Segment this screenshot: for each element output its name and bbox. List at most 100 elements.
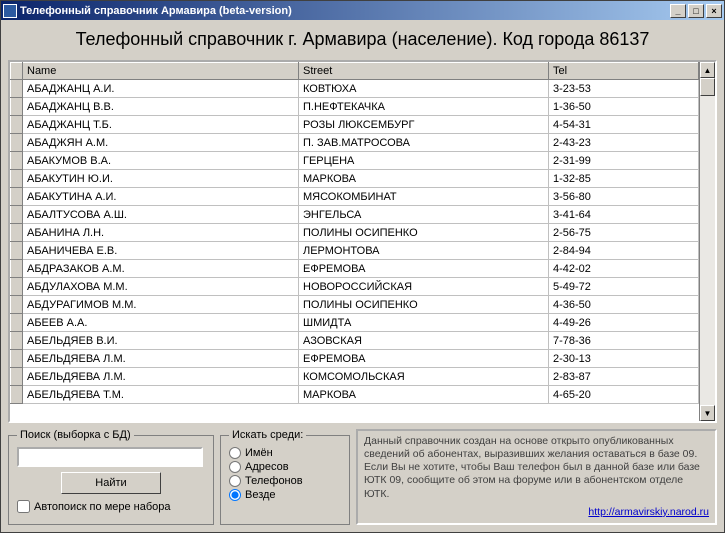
cell-street: ЛЕРМОНТОВА [299, 242, 549, 260]
row-header-corner [11, 63, 23, 80]
row-header [11, 152, 23, 170]
cell-street: П. ЗАВ.МАТРОСОВА [299, 134, 549, 152]
row-header [11, 332, 23, 350]
autosearch-check[interactable] [17, 500, 30, 513]
radio-names[interactable]: Имён [229, 447, 341, 459]
search-legend: Поиск (выборка с БД) [17, 429, 134, 441]
cell-tel: 3-56-80 [549, 188, 699, 206]
cell-name: АБАДЖАНЦ А.И. [23, 80, 299, 98]
cell-name: АБЕЛЬДЯЕВА Л.М. [23, 368, 299, 386]
search-fieldset: Поиск (выборка с БД) Найти Автопоиск по … [8, 429, 214, 525]
autosearch-label: Автопоиск по мере набора [34, 501, 171, 513]
radio-addresses[interactable]: Адресов [229, 461, 341, 473]
row-header [11, 260, 23, 278]
cell-street: КОВТЮХА [299, 80, 549, 98]
table-row[interactable]: АБЕЛЬДЯЕВА Л.М.ЕФРЕМОВА2-30-13 [11, 350, 699, 368]
autosearch-checkbox[interactable]: Автопоиск по мере набора [17, 500, 205, 513]
col-tel[interactable]: Tel [549, 63, 699, 80]
table-row[interactable]: АБДРАЗАКОВ А.М.ЕФРЕМОВА4-42-02 [11, 260, 699, 278]
table-row[interactable]: АБАДЖАНЦ Т.Б.РОЗЫ ЛЮКСЕМБУРГ4-54-31 [11, 116, 699, 134]
table-row[interactable]: АБАКУМОВ В.А.ГЕРЦЕНА2-31-99 [11, 152, 699, 170]
scroll-up-icon[interactable]: ▲ [700, 62, 715, 78]
scroll-thumb[interactable] [700, 78, 715, 96]
cell-street: ПОЛИНЫ ОСИПЕНКО [299, 296, 549, 314]
cell-tel: 2-30-13 [549, 350, 699, 368]
table-row[interactable]: АБАКУТИНА А.И.МЯСОКОМБИНАТ3-56-80 [11, 188, 699, 206]
cell-name: АБЕЛЬДЯЕВ В.И. [23, 332, 299, 350]
table-row[interactable]: АБЕЛЬДЯЕВА Т.М.МАРКОВА4-65-20 [11, 386, 699, 404]
minimize-button[interactable]: _ [670, 4, 686, 18]
cell-tel: 3-23-53 [549, 80, 699, 98]
info-panel: Данный справочник создан на основе откры… [356, 429, 717, 525]
cell-street: НОВОРОССИЙСКАЯ [299, 278, 549, 296]
table-row[interactable]: АБАЛТУСОВА А.Ш.ЭНГЕЛЬСА3-41-64 [11, 206, 699, 224]
col-street[interactable]: Street [299, 63, 549, 80]
search-input[interactable] [17, 447, 203, 467]
radio-phones[interactable]: Телефонов [229, 475, 341, 487]
maximize-button[interactable]: □ [688, 4, 704, 18]
cell-name: АБЕЕВ А.А. [23, 314, 299, 332]
row-header [11, 170, 23, 188]
table-row[interactable]: АБАНИЧЕВА Е.В.ЛЕРМОНТОВА2-84-94 [11, 242, 699, 260]
table-row[interactable]: АБДУЛАХОВА М.М.НОВОРОССИЙСКАЯ5-49-72 [11, 278, 699, 296]
row-header [11, 206, 23, 224]
col-name[interactable]: Name [23, 63, 299, 80]
search-among-fieldset: Искать среди: Имён Адресов Телефонов Вез… [220, 429, 350, 525]
cell-name: АБАКУМОВ В.А. [23, 152, 299, 170]
cell-tel: 4-54-31 [549, 116, 699, 134]
cell-street: МАРКОВА [299, 386, 549, 404]
cell-tel: 4-36-50 [549, 296, 699, 314]
row-header [11, 242, 23, 260]
cell-tel: 2-56-75 [549, 224, 699, 242]
cell-tel: 1-32-85 [549, 170, 699, 188]
cell-tel: 5-49-72 [549, 278, 699, 296]
cell-name: АБАНИНА Л.Н. [23, 224, 299, 242]
row-header [11, 188, 23, 206]
cell-tel: 2-43-23 [549, 134, 699, 152]
cell-name: АБАДЖАНЦ Т.Б. [23, 116, 299, 134]
table-row[interactable]: АБАДЖАНЦ В.В.П.НЕФТЕКАЧКА1-36-50 [11, 98, 699, 116]
cell-street: ПОЛИНЫ ОСИПЕНКО [299, 224, 549, 242]
table-row[interactable]: АБАДЖАНЦ А.И.КОВТЮХА3-23-53 [11, 80, 699, 98]
cell-tel: 1-36-50 [549, 98, 699, 116]
row-header [11, 116, 23, 134]
app-icon [3, 4, 17, 18]
scroll-down-icon[interactable]: ▼ [700, 405, 715, 421]
cell-tel: 2-31-99 [549, 152, 699, 170]
cell-tel: 2-83-87 [549, 368, 699, 386]
row-header [11, 134, 23, 152]
row-header [11, 278, 23, 296]
cell-name: АБДУЛАХОВА М.М. [23, 278, 299, 296]
row-header [11, 368, 23, 386]
cell-name: АБДРАЗАКОВ А.М. [23, 260, 299, 278]
cell-street: ШМИДТА [299, 314, 549, 332]
cell-name: АБДУРАГИМОВ М.М. [23, 296, 299, 314]
cell-tel: 4-42-02 [549, 260, 699, 278]
titlebar[interactable]: Телефонный справочник Армавира (beta-ver… [1, 1, 724, 20]
info-link[interactable]: http://armavirskiy.narod.ru [364, 506, 709, 519]
cell-tel: 2-84-94 [549, 242, 699, 260]
cell-street: ЕФРЕМОВА [299, 350, 549, 368]
table-row[interactable]: АБЕЛЬДЯЕВА Л.М.КОМСОМОЛЬСКАЯ2-83-87 [11, 368, 699, 386]
table-row[interactable]: АБАДЖЯН А.М.П. ЗАВ.МАТРОСОВА2-43-23 [11, 134, 699, 152]
cell-name: АБАКУТИН Ю.И. [23, 170, 299, 188]
table-row[interactable]: АБЕЕВ А.А.ШМИДТА4-49-26 [11, 314, 699, 332]
data-grid[interactable]: Name Street Tel АБАДЖАНЦ А.И.КОВТЮХА3-23… [8, 60, 717, 423]
close-button[interactable]: × [706, 4, 722, 18]
table-row[interactable]: АБАНИНА Л.Н.ПОЛИНЫ ОСИПЕНКО2-56-75 [11, 224, 699, 242]
cell-name: АБАЛТУСОВА А.Ш. [23, 206, 299, 224]
table-row[interactable]: АБДУРАГИМОВ М.М.ПОЛИНЫ ОСИПЕНКО4-36-50 [11, 296, 699, 314]
table-row[interactable]: АБЕЛЬДЯЕВ В.И.АЗОВСКАЯ7-78-36 [11, 332, 699, 350]
cell-street: ЕФРЕМОВА [299, 260, 549, 278]
find-button[interactable]: Найти [61, 472, 161, 494]
vertical-scrollbar[interactable]: ▲ ▼ [699, 62, 715, 421]
scroll-track[interactable] [700, 78, 715, 405]
cell-tel: 4-65-20 [549, 386, 699, 404]
info-text: Данный справочник создан на основе откры… [364, 435, 709, 506]
radio-everywhere[interactable]: Везде [229, 489, 341, 501]
header-row: Name Street Tel [11, 63, 699, 80]
window-title: Телефонный справочник Армавира (beta-ver… [20, 5, 292, 17]
row-header [11, 224, 23, 242]
table-row[interactable]: АБАКУТИН Ю.И.МАРКОВА1-32-85 [11, 170, 699, 188]
cell-name: АБАНИЧЕВА Е.В. [23, 242, 299, 260]
